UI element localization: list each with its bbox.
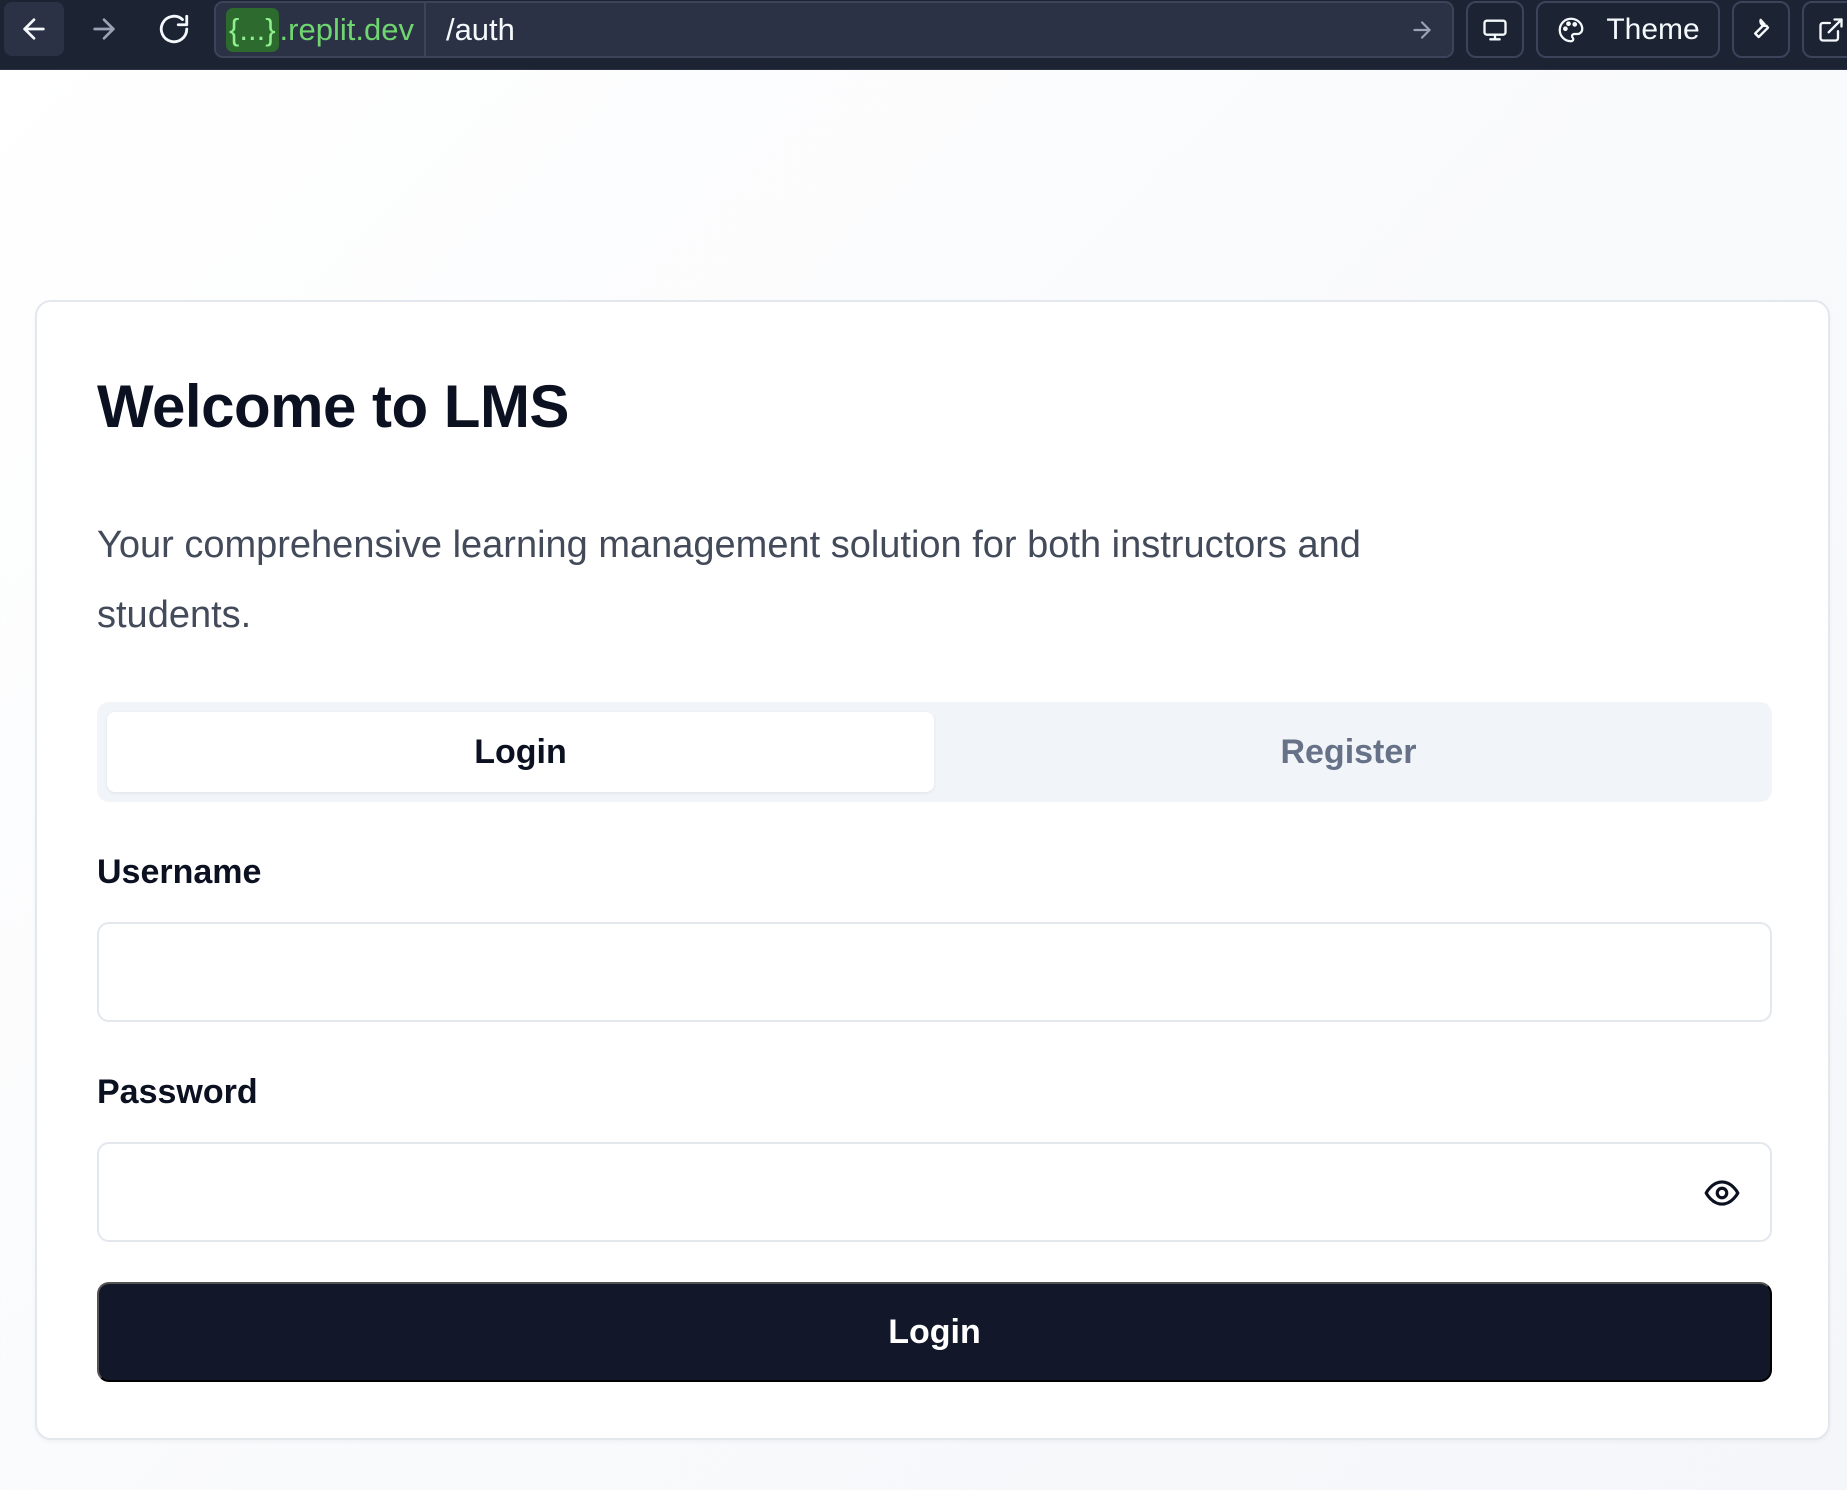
- devtools-button[interactable]: [1732, 1, 1790, 58]
- open-new-tab-button[interactable]: [1802, 1, 1847, 58]
- auth-tabs: Login Register: [97, 702, 1772, 802]
- theme-button[interactable]: Theme: [1536, 1, 1720, 58]
- username-input[interactable]: [97, 922, 1772, 1022]
- url-host-domain: .replit.dev: [279, 11, 414, 47]
- arrow-left-icon: [23, 18, 45, 40]
- username-label: Username: [97, 853, 262, 891]
- browser-toolbar: {...} .replit.dev /auth Theme: [0, 0, 1847, 70]
- tab-login[interactable]: Login: [107, 712, 934, 792]
- url-host-chip: {...}: [226, 7, 279, 52]
- page-subtitle: Your comprehensive learning management s…: [97, 524, 1361, 636]
- url-bar[interactable]: {...} .replit.dev /auth: [214, 1, 1454, 58]
- back-button[interactable]: [4, 2, 64, 56]
- auth-card: Welcome to LMS Your comprehensive learni…: [35, 300, 1830, 1440]
- toggle-password-visibility-button[interactable]: [1699, 1170, 1745, 1216]
- theme-label: Theme: [1606, 12, 1700, 46]
- arrow-right-icon: [93, 18, 115, 40]
- device-preview-button[interactable]: [1466, 1, 1524, 58]
- url-host: {...} .replit.dev: [216, 3, 426, 56]
- wrench-icon: [1754, 18, 1770, 38]
- tab-register[interactable]: Register: [935, 712, 1762, 792]
- external-link-icon: [1819, 17, 1843, 42]
- password-label: Password: [97, 1073, 258, 1111]
- forward-button[interactable]: [74, 2, 134, 56]
- eye-icon: [1704, 1180, 1740, 1206]
- password-input[interactable]: [97, 1142, 1772, 1242]
- palette-icon: [1559, 17, 1584, 42]
- monitor-icon: [1483, 19, 1507, 40]
- reload-icon: [159, 14, 189, 44]
- login-submit-button[interactable]: Login: [97, 1282, 1772, 1382]
- page-title: Welcome to LMS: [97, 373, 569, 440]
- reload-button[interactable]: [144, 2, 204, 56]
- url-path[interactable]: /auth: [426, 12, 1392, 48]
- arrow-right-icon: [1413, 20, 1431, 39]
- go-button[interactable]: [1392, 3, 1452, 56]
